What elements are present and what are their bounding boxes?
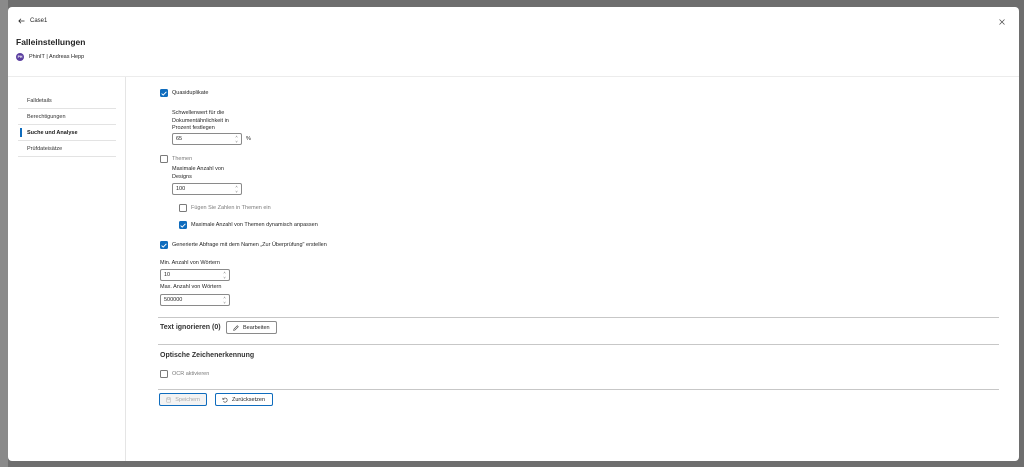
- back-button[interactable]: Case1: [18, 18, 47, 24]
- add-numbers-label: Fügen Sie Zahlen in Themen ein: [191, 205, 271, 211]
- undo-icon: [222, 397, 228, 402]
- avatar: PH: [16, 53, 24, 61]
- sidebar-item-label: Prüfdateisätze: [27, 145, 63, 152]
- checkmark-icon: [161, 90, 167, 96]
- edit-button[interactable]: Bearbeiten: [226, 321, 277, 334]
- min-words-label: Min. Anzahl von Wörtern: [160, 260, 220, 266]
- sidebar-item-label: Berechtigungen: [27, 113, 66, 120]
- stepper-arrows[interactable]: ˄ ˅: [222, 296, 227, 305]
- chevron-down-icon[interactable]: ˅: [223, 301, 225, 305]
- max-designs-label-line1: Maximale Anzahl von: [172, 166, 224, 172]
- ocr-checkbox[interactable]: [160, 370, 168, 378]
- checkmark-icon: [161, 242, 167, 248]
- checkmark-icon: [180, 222, 186, 228]
- quasi-duplicates-label: Quasiduplikate: [172, 90, 209, 96]
- threshold-unit: %: [246, 136, 251, 142]
- back-label: Case1: [30, 18, 48, 24]
- ocr-title: Optische Zeichenerkennung: [160, 352, 255, 359]
- max-designs-value: 100: [176, 186, 186, 192]
- generated-query-label: Generierte Abfrage mit dem Namen „Zur Üb…: [172, 242, 327, 248]
- min-words-stepper[interactable]: 10 ˄ ˅: [160, 269, 230, 281]
- sidebar-item-suche-und-analyse[interactable]: Suche und Analyse: [18, 125, 116, 141]
- section-divider: [158, 344, 999, 345]
- sidebar: Falldetails Berechtigungen Suche und Ana…: [8, 77, 126, 461]
- themes-checkbox[interactable]: [160, 155, 168, 163]
- chevron-down-icon[interactable]: ˅: [235, 190, 237, 194]
- max-designs-label-line2: Designs: [172, 173, 192, 180]
- save-button-label: Speichern: [175, 396, 200, 403]
- reset-button-label: Zurücksetzen: [232, 396, 266, 403]
- max-designs-stepper[interactable]: 100 ˄ ˅: [172, 183, 242, 195]
- settings-content: Quasiduplikate Schwellenwert für die Dok…: [158, 77, 1000, 461]
- settings-dialog: Case1 Falleinstellungen PH PhinIT | Andr…: [8, 7, 1019, 461]
- quasi-duplicates-checkbox[interactable]: [160, 89, 168, 97]
- max-words-value: 500000: [164, 297, 183, 303]
- ignore-text-title: Text ignorieren (0): [160, 324, 221, 331]
- chevron-down-icon[interactable]: ˅: [235, 140, 237, 144]
- dialog-header: Case1 Falleinstellungen PH PhinIT | Andr…: [8, 7, 1019, 77]
- background-app-strip: [0, 0, 8, 467]
- sidebar-item-falldetails[interactable]: Falldetails: [18, 93, 116, 109]
- close-button[interactable]: [997, 17, 1007, 27]
- edit-button-label: Bearbeiten: [243, 324, 270, 331]
- threshold-label-line2: Dokumentähnlichkeit in: [172, 117, 229, 124]
- section-divider: [158, 389, 999, 390]
- organization-row: PH PhinIT | Andreas Hepp: [16, 53, 84, 61]
- sidebar-item-pruefdateisaetze[interactable]: Prüfdateisätze: [18, 141, 116, 157]
- pencil-icon: [233, 324, 239, 331]
- organization-label: PhinIT | Andreas Hepp: [29, 54, 85, 60]
- save-button[interactable]: Speichern: [159, 393, 207, 406]
- section-divider: [158, 317, 999, 318]
- sidebar-nav: Falldetails Berechtigungen Suche und Ana…: [18, 93, 116, 157]
- threshold-value: 65: [176, 136, 183, 142]
- chevron-down-icon[interactable]: ˅: [223, 276, 225, 280]
- stepper-arrows[interactable]: ˄ ˅: [222, 271, 227, 280]
- dynamic-adjust-label: Maximale Anzahl von Themen dynamisch anp…: [191, 222, 318, 228]
- add-numbers-checkbox[interactable]: [179, 204, 187, 212]
- sidebar-item-berechtigungen[interactable]: Berechtigungen: [18, 109, 116, 125]
- stepper-arrows[interactable]: ˄ ˅: [234, 135, 239, 144]
- max-words-label: Max. Anzahl von Wörtern: [160, 284, 222, 290]
- threshold-label-line3: Prozent festlegen: [172, 125, 215, 131]
- threshold-label-line1: Schwellenwert für die: [172, 110, 225, 116]
- stepper-arrows[interactable]: ˄ ˅: [234, 185, 239, 194]
- page-title: Falleinstellungen: [16, 37, 86, 47]
- dynamic-adjust-checkbox[interactable]: [179, 221, 187, 229]
- reset-button[interactable]: Zurücksetzen: [215, 393, 273, 406]
- arrow-left-icon: [18, 18, 25, 24]
- min-words-value: 10: [164, 272, 171, 278]
- themes-label: Themen: [172, 156, 193, 162]
- generated-query-checkbox[interactable]: [160, 241, 168, 249]
- max-words-stepper[interactable]: 500000 ˄ ˅: [160, 294, 230, 306]
- threshold-stepper[interactable]: 65 ˄ ˅: [172, 133, 242, 145]
- close-icon: [999, 19, 1005, 25]
- sidebar-item-label: Falldetails: [27, 97, 52, 104]
- save-icon: [166, 397, 172, 402]
- ocr-label: OCR aktivieren: [172, 371, 210, 377]
- sidebar-item-label: Suche und Analyse: [27, 129, 78, 136]
